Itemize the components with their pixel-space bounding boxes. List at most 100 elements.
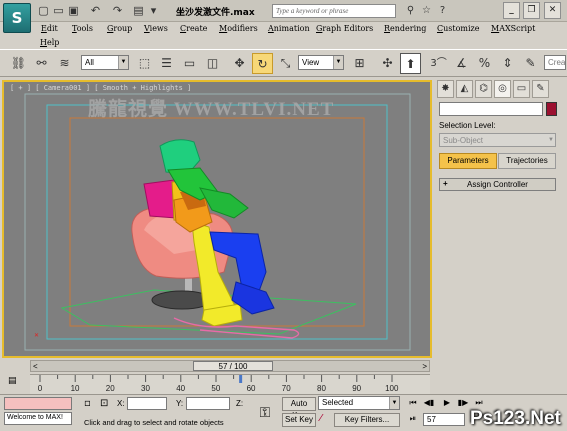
named-selection-input[interactable]: Crea <box>544 55 566 70</box>
angle-snap-icon[interactable]: ∡ <box>451 53 472 74</box>
window-crossing-icon[interactable]: ◫ <box>202 53 223 74</box>
minimize-button[interactable]: _ <box>503 2 520 19</box>
goto-start-icon[interactable]: ⏮ <box>406 397 420 409</box>
object-color-swatch[interactable] <box>546 102 557 116</box>
rollout-title: Assign Controller <box>467 180 528 189</box>
reference-coord-select[interactable]: View ▼ <box>298 55 344 70</box>
motion-tab-icon[interactable]: ◎ <box>494 80 511 98</box>
track-tick-label: 30 <box>141 384 150 393</box>
select-and-link-icon[interactable]: ⛓ <box>8 53 29 74</box>
menu-graph-editors[interactable]: Graph Editors <box>316 24 373 33</box>
x-label: X: <box>117 399 125 408</box>
new-file-icon[interactable]: ▢ <box>37 3 50 18</box>
rectangular-selection-icon[interactable]: ▭ <box>179 53 200 74</box>
search-input[interactable]: Type a keyword or phrase <box>272 4 396 18</box>
menu-group[interactable]: Group <box>107 24 132 33</box>
maxscript-listener-top[interactable] <box>4 397 72 410</box>
redo-icon[interactable]: ↷ <box>111 3 124 18</box>
keyboard-shortcut-override-icon[interactable]: ⬆ <box>400 53 421 74</box>
select-and-rotate-icon[interactable]: ↻ <box>252 53 273 74</box>
save-file-icon[interactable]: ▣ <box>67 3 80 18</box>
lock-selection-icon[interactable]: ▫ <box>84 398 91 409</box>
select-object-icon[interactable]: ⬚ <box>134 53 155 74</box>
menu-customize[interactable]: Customize <box>437 24 480 33</box>
track-view-icon[interactable]: ▤ <box>8 376 26 390</box>
menu-create[interactable]: Create <box>180 24 207 33</box>
current-frame-marker <box>239 375 243 383</box>
star-icon[interactable]: ☆ <box>420 4 433 18</box>
snaps-toggle-icon[interactable]: 3⌒ <box>428 53 449 74</box>
key-mode-toggle-icon[interactable]: ⏯ <box>406 413 420 425</box>
next-frame-icon[interactable]: > <box>422 362 427 371</box>
display-tab-icon[interactable]: ▭ <box>513 80 530 98</box>
close-button[interactable]: ✕ <box>544 2 561 19</box>
select-and-manipulate-icon[interactable]: ✣ <box>377 53 398 74</box>
dropdown-icon[interactable]: ▾ <box>147 3 160 18</box>
rollout-expand-icon: + <box>443 179 448 188</box>
absolute-mode-icon[interactable]: ⊡ <box>100 398 108 409</box>
modify-tab-icon[interactable]: ◭ <box>456 80 473 98</box>
menu-tools[interactable]: Tools <box>72 24 93 33</box>
prompt-line: Click and drag to select and rotate obje… <box>84 418 224 427</box>
pivot-center-icon[interactable]: ⊞ <box>349 53 370 74</box>
utilities-tab-icon[interactable]: ✎ <box>532 80 549 98</box>
key-filters-icon[interactable]: ⁄ <box>320 413 322 424</box>
help-icon[interactable]: ? <box>436 4 449 18</box>
tab-trajectories[interactable]: Trajectories <box>498 153 556 169</box>
y-coordinate-field[interactable] <box>186 397 230 410</box>
track-tick-label: 50 <box>211 384 220 393</box>
track-bar[interactable]: 0 10 20 30 40 50 60 70 80 90 100 <box>30 374 430 394</box>
assign-controller-rollout[interactable]: + Assign Controller <box>439 178 556 191</box>
time-slider[interactable]: < 57 / 100 > <box>30 360 430 372</box>
select-and-scale-icon[interactable]: ⤡ <box>275 53 296 74</box>
prev-frame-icon[interactable]: < <box>33 362 38 371</box>
menu-rendering[interactable]: Rendering <box>384 24 426 33</box>
binoculars-icon[interactable]: ⚲ <box>404 4 417 18</box>
bind-space-warp-icon[interactable]: ≋ <box>54 53 75 74</box>
next-key-icon[interactable]: ▮▶ <box>456 397 470 409</box>
object-name-field[interactable] <box>439 102 543 116</box>
select-by-name-icon[interactable]: ☰ <box>156 53 177 74</box>
viewport-watermark: 騰龍視覺 WWW.TLVI.NET <box>88 99 335 120</box>
sub-object-select[interactable]: Sub-Object ▼ <box>439 133 556 147</box>
menu-animation[interactable]: Animation <box>268 24 310 33</box>
app-logo-icon[interactable]: S <box>3 3 31 33</box>
title-bar: ▢ ▭ ▣ ↶ ↷ ▤ ▾ 坐沙发激文件.max Type a keyword … <box>0 0 567 22</box>
select-and-move-icon[interactable]: ✥ <box>229 53 250 74</box>
time-slider-thumb[interactable]: 57 / 100 <box>193 361 273 371</box>
track-tick-label: 70 <box>282 384 291 393</box>
create-tab-icon[interactable]: ✸ <box>437 80 454 98</box>
track-tick-label: 40 <box>176 384 185 393</box>
play-icon[interactable]: ▶ <box>440 397 454 409</box>
selection-filter-select[interactable]: All ▼ <box>81 55 129 70</box>
tab-parameters[interactable]: Parameters <box>439 153 497 169</box>
viewport-label[interactable]: [ + ] [ Camera001 ] [ Smooth + Highlight… <box>10 84 191 92</box>
key-icon[interactable]: ⚿ <box>252 401 278 425</box>
hierarchy-tab-icon[interactable]: ⌬ <box>475 80 492 98</box>
menu-modifiers[interactable]: Modifiers <box>219 24 258 33</box>
set-key-button[interactable]: Set Key <box>282 413 316 427</box>
x-coordinate-field[interactable] <box>127 397 167 410</box>
maxscript-listener[interactable]: Welcome to MAX! <box>4 412 72 425</box>
edit-named-selection-icon[interactable]: ✎ <box>520 53 541 74</box>
undo-icon[interactable]: ↶ <box>89 3 102 18</box>
menu-edit[interactable]: Edit <box>41 24 58 33</box>
spinner-snap-icon[interactable]: ⇕ <box>497 53 518 74</box>
prev-key-icon[interactable]: ◀▮ <box>422 397 436 409</box>
document-title: 坐沙发激文件.max <box>176 8 255 18</box>
menu-maxscript[interactable]: MAXScript <box>491 24 535 33</box>
open-file-icon[interactable]: ▭ <box>52 3 65 18</box>
menu-views[interactable]: Views <box>144 24 168 33</box>
key-mode-select[interactable]: Selected ▼ <box>318 396 400 410</box>
camera-viewport[interactable]: ✕ [ + ] [ Camera001 ] [ Smooth + Highlig… <box>2 80 432 358</box>
percent-snap-icon[interactable]: % <box>474 53 495 74</box>
auto-key-button[interactable]: Auto Key <box>282 397 316 420</box>
menu-bar: Edit Tools Group Views Create Modifiers … <box>34 22 567 48</box>
track-tick-label: 20 <box>106 384 115 393</box>
unlink-icon[interactable]: ⚯ <box>31 53 52 74</box>
current-frame-field[interactable]: 57 <box>423 413 465 426</box>
key-filters-button[interactable]: Key Filters... <box>334 413 400 427</box>
menu-help[interactable]: Help <box>40 38 59 47</box>
hold-icon[interactable]: ▤ <box>132 3 145 18</box>
restore-button[interactable]: ❐ <box>523 2 540 19</box>
